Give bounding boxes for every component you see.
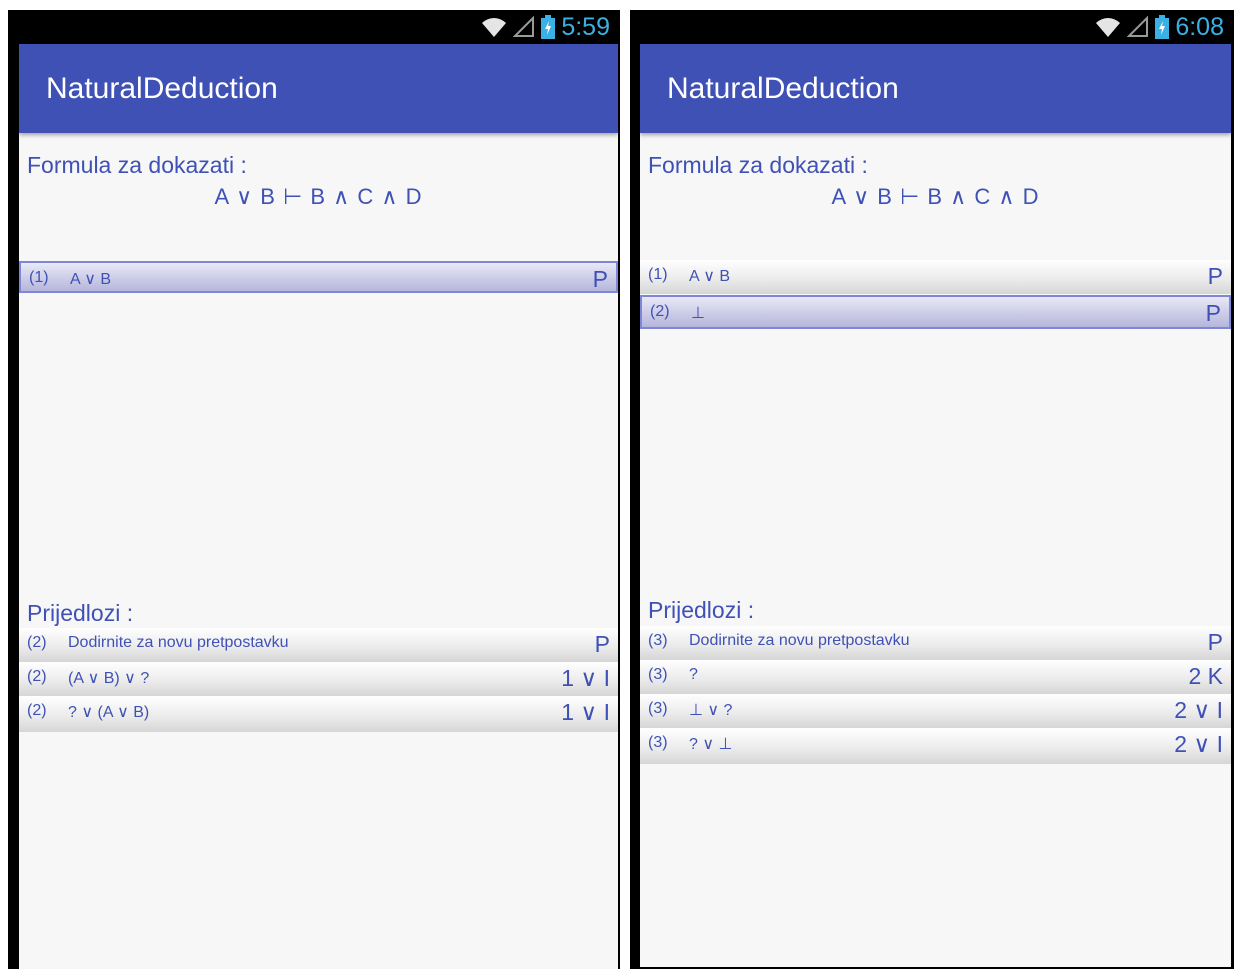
suggestion-text: ⊥ ∨ ? [689, 702, 733, 719]
proof-line[interactable]: (1) A ∨ B P [640, 260, 1231, 294]
line-rule: P [592, 266, 608, 292]
suggestion-item[interactable]: (3) ? ∨ ⊥ 2 ∨ I [640, 728, 1231, 764]
suggestion-item[interactable]: (2) (A ∨ B) ∨ ? 1 ∨ I [19, 662, 618, 696]
formula-label: Formula za dokazati : [648, 152, 868, 178]
suggestion-item[interactable]: (2) Dodirnite za novu pretpostavku P [19, 628, 618, 662]
suggestion-rule: P [1207, 629, 1223, 655]
proof-line[interactable]: (2) ⊥ P [640, 295, 1231, 329]
app-title: NaturalDeduction [46, 72, 278, 105]
proof-line[interactable]: (1) A ∨ B P [19, 261, 618, 293]
suggestions-label: Prijedlozi : [648, 597, 755, 623]
suggestion-item[interactable]: (3) ? 2 K [640, 660, 1231, 694]
suggestion-item[interactable]: (2) ? ∨ (A ∨ B) 1 ∨ I [19, 696, 618, 732]
goal-formula: A ∨ B ⊢ B ∧ C ∧ D [214, 184, 423, 209]
status-time: 6:08 [1175, 12, 1224, 41]
app-screen: NaturalDeduction Formula za dokazati : A… [640, 44, 1231, 967]
line-number: (3) [648, 666, 668, 683]
signal-icon [513, 16, 535, 37]
suggestion-text: Dodirnite za novu pretpostavku [68, 634, 289, 651]
phone-screen-right: 6:08 NaturalDeduction Formula za dokazat… [630, 10, 1234, 969]
suggestion-text: Dodirnite za novu pretpostavku [689, 632, 910, 649]
line-number: (1) [648, 266, 668, 283]
status-time: 5:59 [561, 12, 610, 41]
suggestion-rule: 2 ∨ I [1174, 697, 1223, 723]
battery-icon [541, 15, 556, 39]
status-icons: 5:59 [481, 13, 610, 41]
line-number: (1) [29, 269, 49, 286]
suggestions-label: Prijedlozi : [27, 600, 134, 626]
suggestion-rule: 2 K [1188, 663, 1223, 689]
line-formula: A ∨ B [689, 268, 731, 285]
line-number: (2) [650, 303, 670, 320]
line-number: (2) [27, 702, 47, 719]
status-bar: 5:59 [8, 10, 620, 44]
formula-label: Formula za dokazati : [27, 152, 247, 178]
line-formula: A ∨ B [70, 271, 112, 288]
app-bar: NaturalDeduction [19, 44, 618, 133]
goal-formula: A ∨ B ⊢ B ∧ C ∧ D [831, 184, 1040, 209]
line-rule: P [1205, 300, 1221, 326]
signal-icon [1127, 16, 1149, 37]
suggestion-text: ? ∨ ⊥ [689, 736, 733, 753]
line-rule: P [1207, 263, 1223, 289]
app-bar: NaturalDeduction [640, 44, 1231, 133]
suggestion-item[interactable]: (3) Dodirnite za novu pretpostavku P [640, 626, 1231, 660]
app-screen: NaturalDeduction Formula za dokazati : A… [19, 44, 618, 969]
suggestion-rule: 1 ∨ I [561, 665, 610, 691]
wifi-icon [1096, 18, 1121, 37]
suggestion-rule: 1 ∨ I [561, 699, 610, 725]
battery-icon [1155, 15, 1170, 39]
suggestion-rule: 2 ∨ I [1174, 731, 1223, 757]
wifi-icon [482, 18, 507, 37]
line-formula: ⊥ [691, 305, 705, 322]
app-title: NaturalDeduction [667, 72, 899, 105]
status-icons: 6:08 [1095, 13, 1224, 41]
suggestion-rule: P [594, 631, 610, 657]
phone-screen-left: 5:59 NaturalDeduction Formula za dokazat… [8, 10, 620, 969]
suggestion-text: ? [689, 666, 698, 683]
line-number: (2) [27, 668, 47, 685]
suggestion-item[interactable]: (3) ⊥ ∨ ? 2 ∨ I [640, 694, 1231, 728]
line-number: (3) [648, 734, 668, 751]
line-number: (2) [27, 634, 47, 651]
status-bar: 6:08 [630, 10, 1234, 44]
suggestion-text: ? ∨ (A ∨ B) [68, 704, 150, 721]
suggestion-text: (A ∨ B) ∨ ? [68, 670, 150, 687]
line-number: (3) [648, 700, 668, 717]
line-number: (3) [648, 632, 668, 649]
